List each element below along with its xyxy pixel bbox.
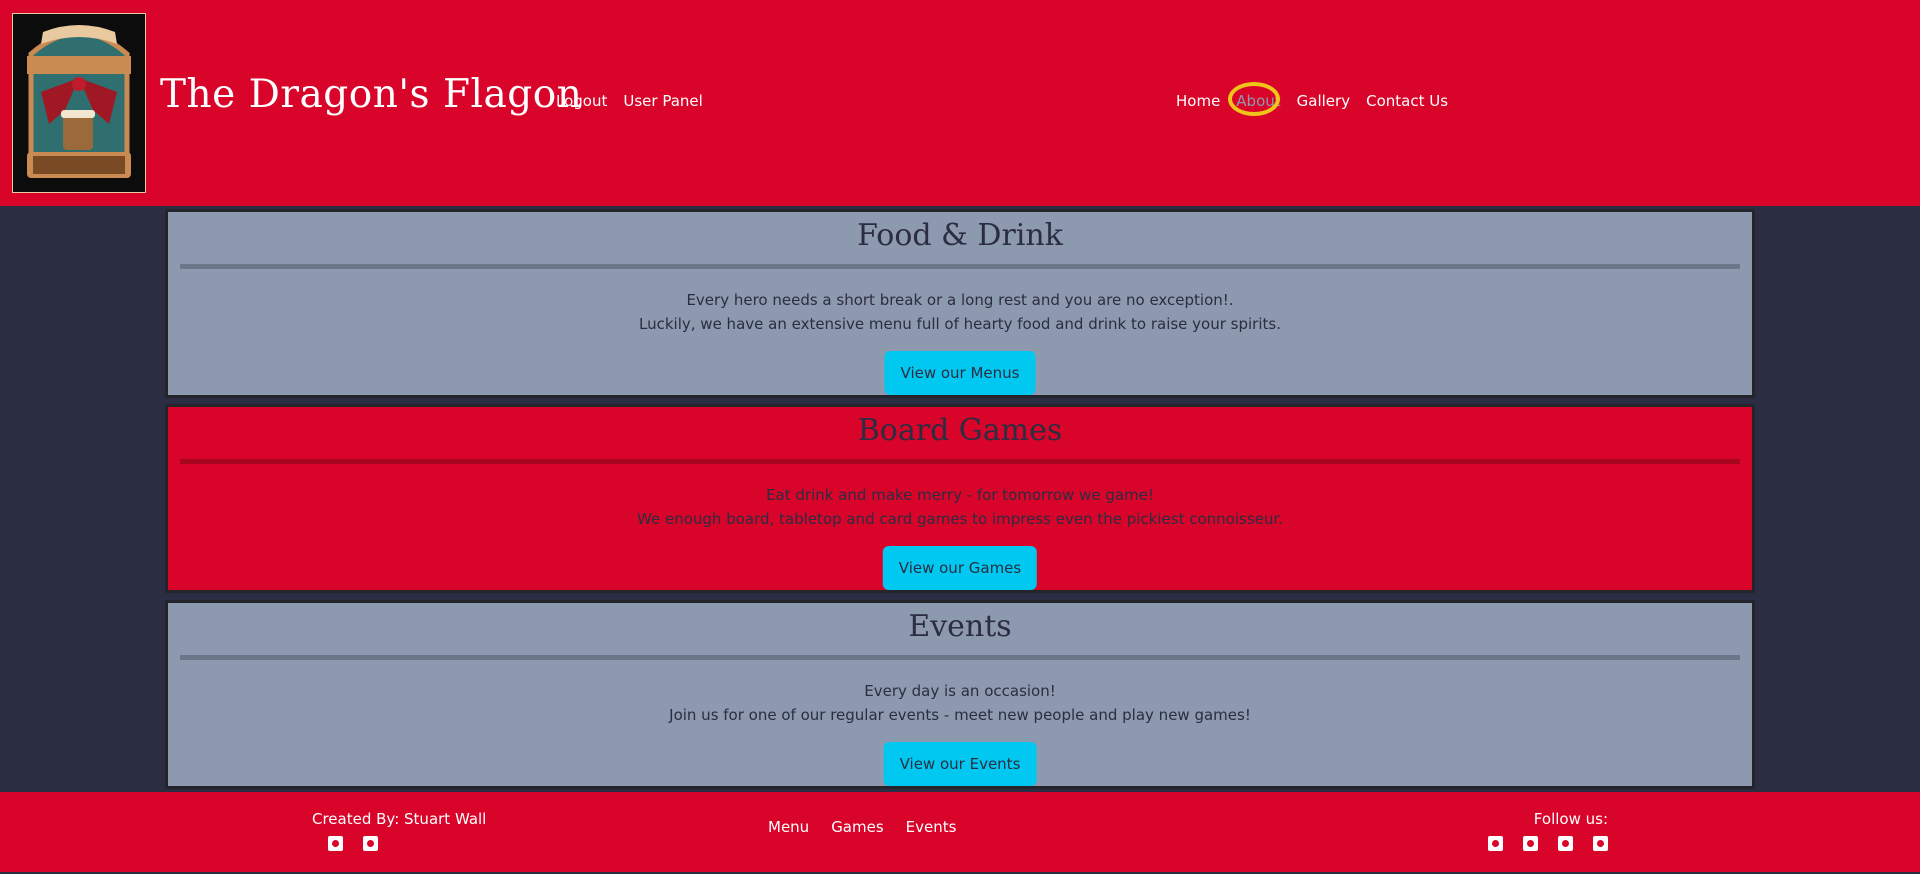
github-icon[interactable]	[328, 836, 343, 851]
section-line-1: Every hero needs a short break or a long…	[686, 291, 1234, 309]
section-text: Every day is an occasion! Join us for on…	[168, 679, 1752, 727]
site-footer: Created By: Stuart Wall Menu Games Event…	[0, 792, 1920, 874]
creator-links	[328, 836, 378, 851]
section-title: Events	[908, 609, 1012, 644]
site-title[interactable]: The Dragon's Flagon	[160, 72, 582, 117]
nav-user-panel[interactable]: User Panel	[623, 92, 702, 110]
instagram-icon[interactable]	[1558, 836, 1573, 851]
section-line-2: Join us for one of our regular events - …	[669, 706, 1251, 724]
section-divider	[180, 459, 1740, 464]
social-links	[1488, 836, 1608, 851]
nav-gallery[interactable]: Gallery	[1297, 92, 1350, 110]
linkedin-icon[interactable]	[363, 836, 378, 851]
nav-home[interactable]: Home	[1176, 92, 1220, 110]
active-highlight-ring	[1228, 82, 1281, 116]
creator-credit: Created By: Stuart Wall	[312, 810, 487, 828]
user-nav: Logout User Panel	[556, 92, 703, 110]
section-divider	[180, 264, 1740, 269]
section-line-2: Luckily, we have an extensive menu full …	[639, 315, 1281, 333]
section-text: Eat drink and make merry - for tomorrow …	[168, 483, 1752, 531]
section-line-2: We enough board, tabletop and card games…	[637, 510, 1283, 528]
site-header: The Dragon's Flagon Logout User Panel Ho…	[0, 0, 1920, 206]
section-line-1: Every day is an occasion!	[864, 682, 1056, 700]
nav-about[interactable]: About	[1228, 82, 1281, 116]
tavern-logo[interactable]	[12, 13, 146, 193]
board-games-section: Board Games Eat drink and make merry - f…	[165, 404, 1755, 593]
footer-nav-events[interactable]: Events	[906, 818, 957, 836]
facebook-icon[interactable]	[1488, 836, 1503, 851]
section-title: Food & Drink	[857, 218, 1063, 253]
events-section: Events Every day is an occasion! Join us…	[165, 600, 1755, 789]
food-drink-section: Food & Drink Every hero needs a short br…	[165, 209, 1755, 398]
view-menus-button[interactable]: View our Menus	[884, 351, 1036, 395]
view-events-button[interactable]: View our Events	[883, 742, 1037, 786]
dragon-flagon-logo-icon	[27, 25, 131, 178]
footer-nav: Menu Games Events	[768, 818, 956, 836]
section-title: Board Games	[857, 413, 1063, 448]
nav-contact-us[interactable]: Contact Us	[1366, 92, 1448, 110]
section-line-1: Eat drink and make merry - for tomorrow …	[766, 486, 1154, 504]
nav-logout[interactable]: Logout	[556, 92, 607, 110]
footer-nav-games[interactable]: Games	[831, 818, 883, 836]
section-text: Every hero needs a short break or a long…	[168, 288, 1752, 336]
follow-us-label: Follow us:	[1533, 810, 1608, 828]
footer-nav-menu[interactable]: Menu	[768, 818, 809, 836]
view-games-button[interactable]: View our Games	[882, 546, 1038, 590]
twitter-icon[interactable]	[1523, 836, 1538, 851]
section-divider	[180, 655, 1740, 660]
youtube-icon[interactable]	[1593, 836, 1608, 851]
main-nav: Home About Gallery Contact Us	[1176, 82, 1448, 116]
